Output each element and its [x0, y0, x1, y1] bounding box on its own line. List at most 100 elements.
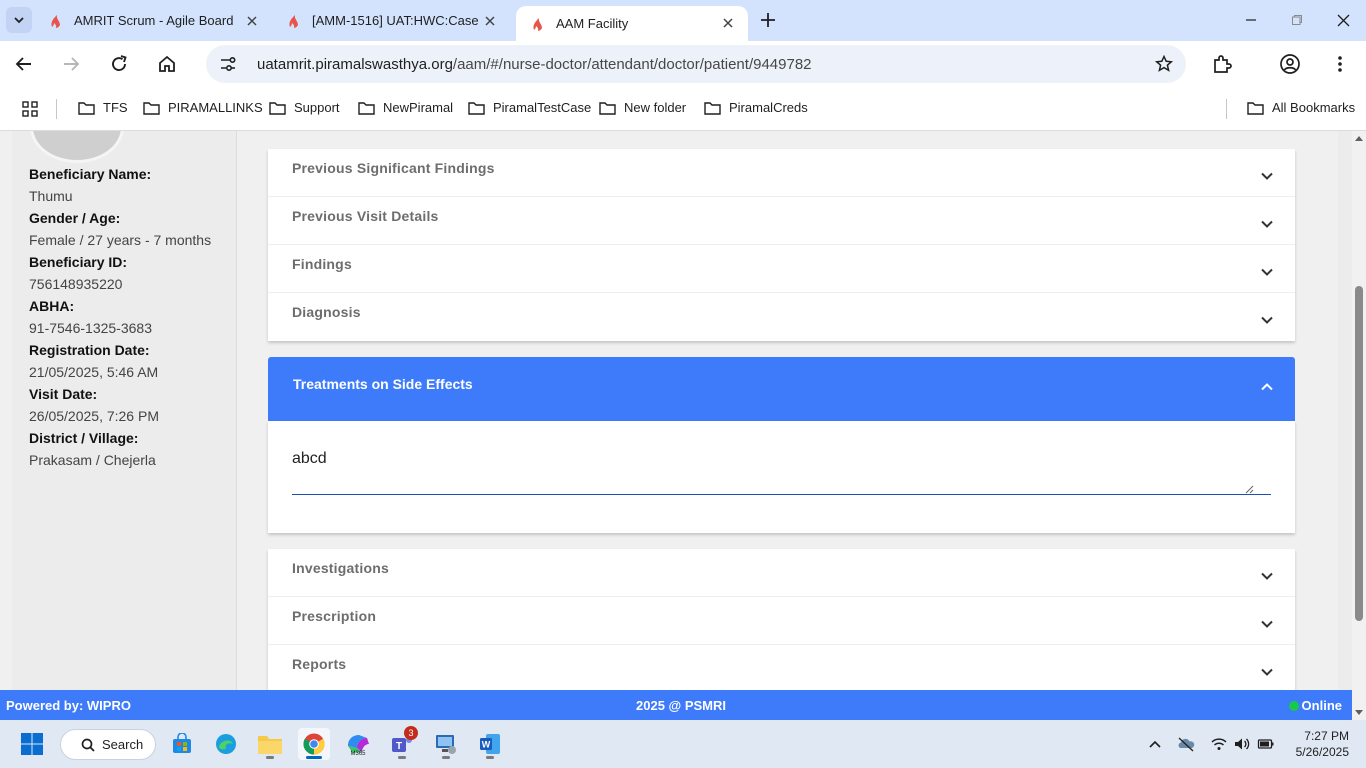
gender-age-label: Gender / Age: [29, 210, 121, 226]
treatments-textarea[interactable]: abcd [292, 447, 1271, 495]
accordion-title: Findings [292, 256, 352, 272]
restore-icon [1292, 15, 1302, 25]
abha-value: 91-7546-1325-3683 [29, 320, 152, 336]
taskbar-teams[interactable]: T 3 [386, 726, 418, 760]
bookmark-label: PIRAMALLINKS [168, 100, 263, 115]
system-clock[interactable]: 7:27 PM 5/26/2025 [1296, 728, 1349, 760]
onedrive-offline-icon[interactable] [1177, 736, 1195, 752]
volume-icon[interactable] [1233, 736, 1251, 752]
tab-amm-1516[interactable]: [AMM-1516] UAT:HWC:Case [272, 0, 510, 41]
accordion-previous-significant-findings[interactable]: Previous Significant Findings [268, 149, 1295, 197]
bookmark-star-icon[interactable] [1154, 54, 1174, 74]
accordion-group-bottom: Investigations Prescription Reports [268, 549, 1295, 690]
tab-title: AMRIT Scrum - Agile Board [74, 13, 234, 28]
amrit-favicon-icon [51, 14, 60, 28]
bookmark-separator [1226, 99, 1227, 119]
chevron-up-icon[interactable] [1146, 736, 1164, 752]
close-window-button[interactable] [1320, 0, 1366, 40]
bookmark-folder-newpiramal[interactable]: NewPiramal [358, 100, 453, 115]
taskbar-store[interactable] [166, 728, 198, 760]
minimize-button[interactable] [1228, 0, 1274, 40]
accordion-diagnosis[interactable]: Diagnosis [268, 293, 1295, 341]
start-button[interactable] [16, 728, 48, 760]
extensions-button[interactable] [1208, 50, 1236, 78]
site-settings-icon[interactable] [218, 54, 238, 74]
profile-button[interactable] [1276, 50, 1304, 78]
bookmark-folder-piramallinks[interactable]: PIRAMALLINKS [143, 100, 263, 115]
accordion-reports[interactable]: Reports [268, 645, 1295, 690]
tab-aam-facility[interactable]: AAM Facility [516, 6, 748, 41]
home-icon [159, 55, 175, 72]
apps-grid-icon[interactable] [22, 101, 38, 117]
running-indicator [266, 756, 274, 759]
scroll-down-arrow-icon[interactable] [1355, 708, 1363, 716]
back-button[interactable] [10, 50, 38, 78]
chevron-down-icon [1261, 668, 1273, 676]
accordion-title: Prescription [292, 608, 377, 624]
vertical-scrollbar[interactable] [1352, 131, 1366, 720]
url-host: uatamrit.piramalswasthya.org [257, 56, 453, 73]
accordion-group-top: Previous Significant Findings Previous V… [268, 149, 1295, 341]
resize-grip-icon[interactable] [1244, 484, 1254, 494]
bookmark-folder-support[interactable]: Support [269, 100, 340, 115]
tab-search-button[interactable] [6, 7, 32, 33]
close-tab-icon[interactable] [482, 13, 498, 29]
folder-icon [258, 736, 282, 754]
treatments-panel-body: abcd [268, 421, 1295, 533]
online-status: Online [1288, 698, 1342, 713]
scroll-up-arrow-icon[interactable] [1355, 135, 1363, 143]
taskbar-chrome[interactable] [298, 728, 330, 760]
remote-desktop-icon [436, 735, 456, 754]
battery-icon[interactable] [1257, 736, 1275, 752]
taskbar-remote-desktop[interactable] [430, 728, 462, 760]
svg-text:T: T [396, 741, 402, 752]
bookmark-folder-new-folder[interactable]: New folder [599, 100, 686, 115]
bookmarks-bar: TFS PIRAMALLINKS Support NewPiramal Pira… [0, 87, 1366, 131]
avatar [30, 131, 124, 163]
taskbar-search[interactable]: Search [60, 729, 156, 760]
running-indicator [398, 756, 406, 759]
all-bookmarks-button[interactable]: All Bookmarks [1247, 100, 1355, 115]
bookmark-separator [56, 99, 57, 119]
wifi-icon[interactable] [1210, 736, 1228, 752]
close-tab-icon[interactable] [244, 13, 260, 29]
bookmark-folder-tfs[interactable]: TFS [78, 100, 128, 115]
more-vert-icon [1338, 56, 1342, 72]
accordion-treatments-on-side-effects[interactable]: Treatments on Side Effects [268, 357, 1295, 421]
search-label: Search [102, 737, 144, 752]
reload-icon [112, 55, 127, 71]
restore-button[interactable] [1274, 0, 1320, 40]
close-tab-icon[interactable] [720, 15, 736, 31]
browser-toolbar: uatamrit.piramalswasthya.org/aam/#/nurse… [0, 41, 1366, 87]
windows-logo-icon [21, 733, 43, 755]
accordion-previous-visit-details[interactable]: Previous Visit Details [268, 197, 1295, 245]
word-icon: W [480, 734, 500, 754]
forward-button[interactable] [57, 50, 85, 78]
new-tab-icon[interactable] [758, 10, 778, 30]
copyright-text: 2025 @ PSMRI [636, 698, 726, 713]
page-right-gutter [1338, 131, 1352, 690]
svg-text:W: W [482, 740, 491, 750]
puzzle-icon [1214, 55, 1232, 73]
scrollbar-thumb[interactable] [1355, 286, 1363, 621]
gender-age-value: Female / 27 years - 7 months [29, 232, 212, 248]
profile-icon [1280, 54, 1300, 74]
folder-icon [143, 101, 160, 115]
taskbar-m365[interactable]: M365 [342, 728, 374, 760]
tab-amrit-scrum[interactable]: AMRIT Scrum - Agile Board [34, 0, 272, 41]
bookmark-folder-piramaltestcase[interactable]: PiramalTestCase [468, 100, 591, 115]
accordion-prescription[interactable]: Prescription [268, 597, 1295, 645]
accordion-investigations[interactable]: Investigations [268, 549, 1295, 597]
home-button[interactable] [153, 50, 181, 78]
bookmark-label: New folder [624, 100, 687, 115]
accordion-title: Previous Significant Findings [292, 160, 495, 176]
address-bar[interactable]: uatamrit.piramalswasthya.org/aam/#/nurse… [206, 45, 1186, 83]
taskbar-file-explorer[interactable] [254, 728, 286, 760]
reload-button[interactable] [105, 50, 133, 78]
bookmark-folder-piramalcreds[interactable]: PiramalCreds [704, 100, 808, 115]
accordion-findings[interactable]: Findings [268, 245, 1295, 293]
menu-button[interactable] [1326, 50, 1354, 78]
taskbar-edge[interactable] [210, 728, 242, 760]
folder-icon [269, 101, 286, 115]
taskbar-word[interactable]: W [474, 728, 506, 760]
